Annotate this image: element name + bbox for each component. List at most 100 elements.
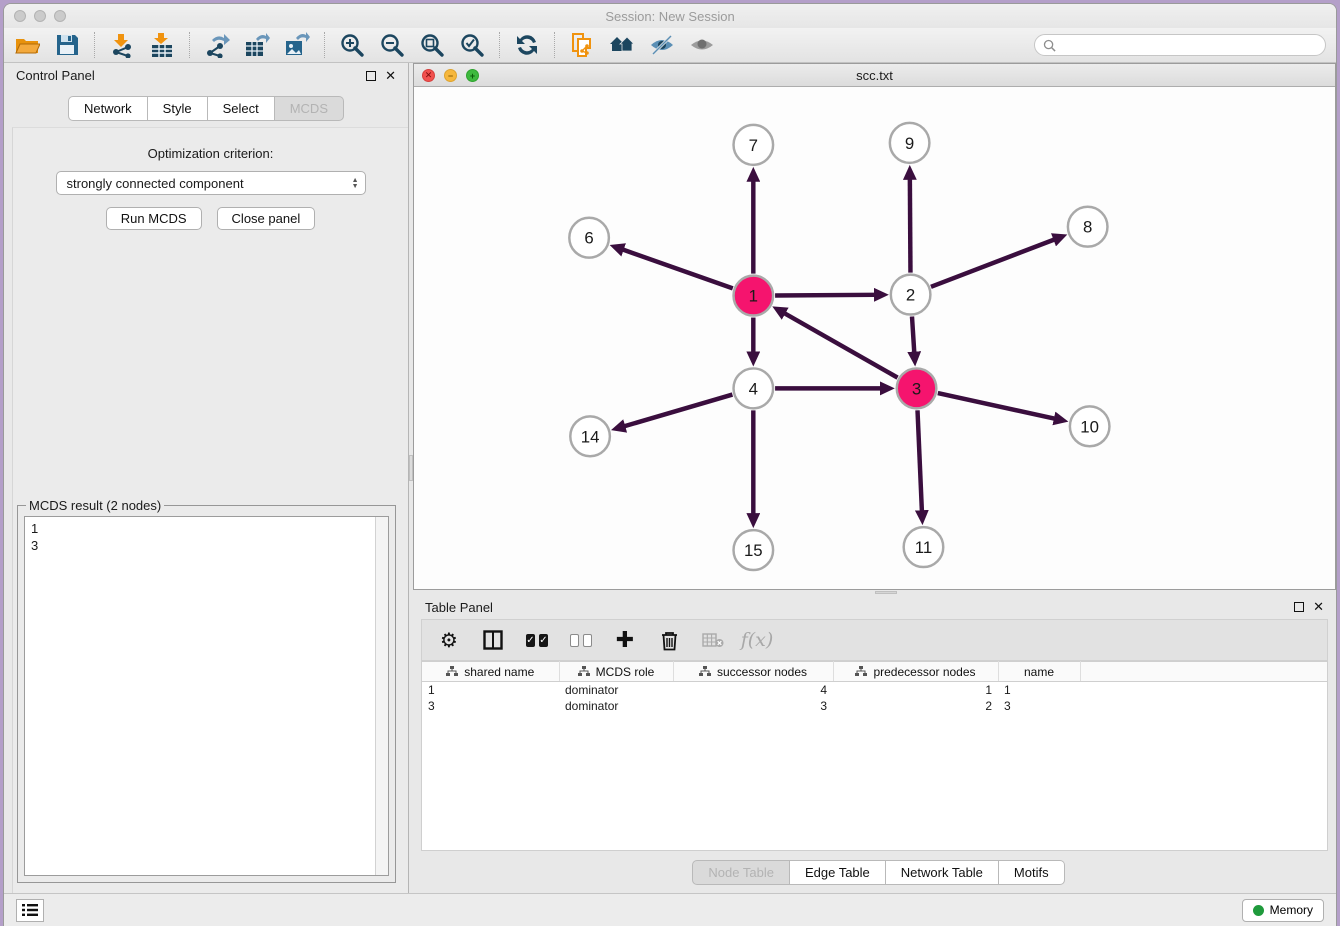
tab-edge-table[interactable]: Edge Table	[790, 860, 886, 885]
search-box[interactable]	[1034, 34, 1326, 56]
graph-node-10[interactable]: 10	[1070, 406, 1110, 446]
graph-edge-1-2[interactable]	[775, 295, 875, 296]
close-panel-button[interactable]: Close panel	[217, 207, 316, 230]
run-mcds-button[interactable]: Run MCDS	[106, 207, 202, 230]
float-table-panel-icon[interactable]	[1294, 602, 1304, 612]
graph-node-label: 3	[912, 379, 921, 398]
split-columns-icon[interactable]	[482, 629, 504, 651]
graph-node-7[interactable]: 7	[734, 125, 774, 165]
search-input[interactable]	[1061, 38, 1317, 52]
node-table[interactable]: shared nameMCDS rolesuccessor nodesprede…	[422, 661, 1327, 714]
horizontal-splitter[interactable]	[413, 590, 1336, 595]
show-hidden-icon[interactable]	[689, 32, 715, 58]
table-panel: Table Panel ✕ ⚙ ✓✓	[413, 595, 1336, 893]
zoom-fit-icon[interactable]	[419, 32, 445, 58]
graph-node-9[interactable]: 9	[890, 123, 930, 163]
list-icon	[22, 903, 38, 917]
result-scrollbar[interactable]	[375, 517, 388, 875]
delete-column-icon[interactable]	[658, 629, 680, 651]
graph-edge-1-6[interactable]	[623, 250, 733, 289]
close-panel-icon[interactable]: ✕	[385, 71, 396, 81]
graph-edge-2-9[interactable]	[910, 179, 911, 273]
export-image-icon[interactable]	[284, 32, 310, 58]
graph-edge-2-3[interactable]	[912, 316, 914, 352]
add-column-icon[interactable]: ✚	[614, 629, 636, 651]
graph-edge-3-10[interactable]	[938, 393, 1055, 419]
graph-edge-4-14[interactable]	[624, 395, 732, 427]
vertical-splitter[interactable]	[408, 63, 413, 893]
open-session-icon[interactable]	[14, 32, 40, 58]
maximize-window-icon[interactable]	[54, 10, 66, 22]
network-graph[interactable]: 7 9 6 8 1 2 4 3 14 10 15 11	[414, 87, 1335, 589]
toolbar-separator	[189, 32, 190, 58]
minimize-window-icon[interactable]	[34, 10, 46, 22]
graph-node-15[interactable]: 15	[734, 530, 774, 570]
graph-edge-2-8[interactable]	[931, 239, 1054, 286]
show-all-icon[interactable]	[609, 32, 635, 58]
graph-node-3[interactable]: 3	[897, 368, 937, 408]
import-network-icon[interactable]	[109, 32, 135, 58]
graph-node-11[interactable]: 11	[904, 527, 944, 567]
window-controls[interactable]	[14, 10, 66, 22]
table-row[interactable]: 1dominator411	[422, 682, 1327, 698]
tab-select[interactable]: Select	[208, 96, 275, 121]
graph-node-label: 2	[906, 286, 915, 305]
column-type-icon	[855, 666, 867, 677]
tab-network-table[interactable]: Network Table	[886, 860, 999, 885]
node-table-container: shared nameMCDS rolesuccessor nodesprede…	[421, 661, 1328, 851]
graph-node-4[interactable]: 4	[734, 368, 774, 408]
memory-button[interactable]: Memory	[1242, 899, 1324, 922]
column-header-name[interactable]: name	[998, 662, 1080, 682]
hide-selected-icon[interactable]	[649, 32, 675, 58]
table-row[interactable]: 3dominator323	[422, 698, 1327, 714]
mcds-result-title: MCDS result (2 nodes)	[26, 498, 164, 513]
zoom-out-icon[interactable]	[379, 32, 405, 58]
graph-node-1[interactable]: 1	[734, 276, 774, 316]
graph-node-14[interactable]: 14	[570, 416, 610, 456]
tab-network[interactable]: Network	[68, 96, 148, 121]
network-canvas[interactable]: 7 9 6 8 1 2 4 3 14 10 15 11	[414, 87, 1335, 589]
float-panel-icon[interactable]	[366, 71, 376, 81]
graph-node-label: 11	[915, 538, 932, 557]
graph-node-6[interactable]: 6	[569, 218, 609, 258]
titlebar: Session: New Session	[4, 4, 1336, 28]
maximize-view-icon[interactable]: +	[466, 69, 479, 82]
apply-function-icon[interactable]: f(x)	[746, 629, 768, 651]
delete-table-icon[interactable]	[702, 629, 724, 651]
graph-node-2[interactable]: 2	[891, 275, 931, 315]
close-table-panel-icon[interactable]: ✕	[1313, 602, 1324, 612]
optimization-criterion-select[interactable]: strongly connected component ▲▼	[56, 171, 366, 195]
export-network-icon[interactable]	[204, 32, 230, 58]
tab-node-table[interactable]: Node Table	[692, 860, 790, 885]
tab-style[interactable]: Style	[148, 96, 208, 121]
control-panel-title: Control Panel	[16, 68, 366, 83]
graph-node-label: 8	[1083, 218, 1092, 237]
column-header-shared-name[interactable]: shared name	[422, 662, 559, 682]
zoom-selected-icon[interactable]	[459, 32, 485, 58]
task-history-button[interactable]	[16, 899, 44, 922]
column-header-successor-nodes[interactable]: successor nodes	[673, 662, 833, 682]
column-header-predecessor-nodes[interactable]: predecessor nodes	[833, 662, 998, 682]
graph-node-8[interactable]: 8	[1068, 207, 1108, 247]
close-window-icon[interactable]	[14, 10, 26, 22]
deselect-all-checks-icon[interactable]	[570, 629, 592, 651]
save-session-icon[interactable]	[54, 32, 80, 58]
minimize-view-icon[interactable]: −	[444, 69, 457, 82]
table-settings-icon[interactable]: ⚙	[438, 629, 460, 651]
column-header-MCDS-role[interactable]: MCDS role	[559, 662, 673, 682]
refresh-layout-icon[interactable]	[514, 32, 540, 58]
graph-node-label: 9	[905, 134, 914, 153]
tab-mcds[interactable]: MCDS	[275, 96, 344, 121]
import-table-icon[interactable]	[149, 32, 175, 58]
graph-edge-3-1[interactable]	[784, 313, 897, 377]
graph-edge-3-11[interactable]	[918, 410, 922, 511]
tab-motifs[interactable]: Motifs	[999, 860, 1065, 885]
main-toolbar	[4, 28, 1336, 63]
close-view-icon[interactable]: ✕	[422, 69, 435, 82]
zoom-in-icon[interactable]	[339, 32, 365, 58]
toolbar-separator	[324, 32, 325, 58]
export-table-icon[interactable]	[244, 32, 270, 58]
first-neighbors-icon[interactable]	[569, 32, 595, 58]
select-all-checks-icon[interactable]: ✓✓	[526, 629, 548, 651]
control-panel-header: Control Panel ✕	[4, 63, 408, 88]
